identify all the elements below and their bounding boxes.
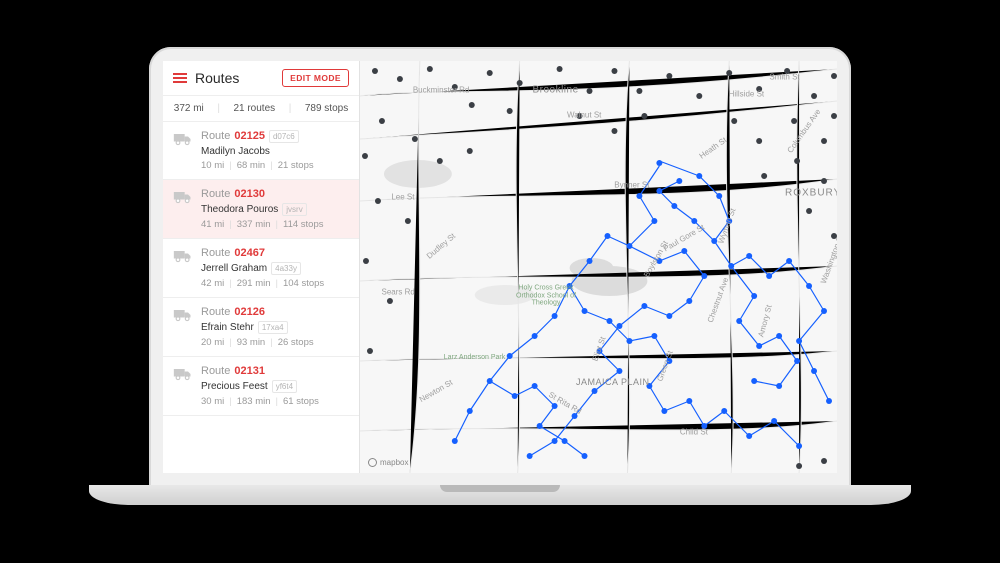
route-distance: 30 mi xyxy=(201,396,224,407)
route-distance: 10 mi xyxy=(201,160,224,171)
edit-mode-button[interactable]: EDIT MODE xyxy=(282,69,349,87)
route-prefix: Route xyxy=(201,365,230,377)
screen-bezel: Routes EDIT MODE 372 mi | 21 routes | 78… xyxy=(149,47,851,487)
route-distance: 20 mi xyxy=(201,337,224,348)
route-prefix: Route xyxy=(201,247,230,259)
route-code: 02130 xyxy=(234,188,265,200)
route-tag: yf6t4 xyxy=(272,380,297,393)
route-stops: 21 stops xyxy=(278,160,314,171)
mapbox-logo-icon xyxy=(368,458,377,467)
route-time: 291 min xyxy=(237,278,271,289)
sidebar-header: Routes EDIT MODE xyxy=(163,61,359,95)
truck-icon xyxy=(173,367,193,407)
route-prefix: Route xyxy=(201,306,230,318)
route-item[interactable]: Route02130Theodora Pouros jvsrv41 mi|337… xyxy=(163,180,359,239)
routes-summary: 372 mi | 21 routes | 789 stops xyxy=(163,95,359,122)
map-svg xyxy=(360,61,837,473)
route-stops: 26 stops xyxy=(278,337,314,348)
route-item[interactable]: Route02467Jerrell Graham 4a33y42 mi|291 … xyxy=(163,239,359,298)
route-tag: jvsrv xyxy=(282,203,306,216)
map-label-roxbury: ROXBURY xyxy=(785,187,837,198)
laptop-base xyxy=(89,485,911,505)
hamburger-menu-icon[interactable] xyxy=(173,73,187,83)
laptop-frame: Routes EDIT MODE 372 mi | 21 routes | 78… xyxy=(149,47,851,514)
driver-name: Madilyn Jacobs xyxy=(201,146,349,157)
route-stops: 61 stops xyxy=(283,396,319,407)
mapbox-attribution: mapbox xyxy=(368,458,408,467)
route-code: 02131 xyxy=(234,365,265,377)
summary-distance: 372 mi xyxy=(174,103,204,114)
route-distance: 41 mi xyxy=(201,219,224,230)
route-item[interactable]: Route02125d07c6Madilyn Jacobs10 mi|68 mi… xyxy=(163,122,359,180)
route-list[interactable]: Route02125d07c6Madilyn Jacobs10 mi|68 mi… xyxy=(163,122,359,473)
map-canvas[interactable]: Brookline ROXBURY JAMAICA PLAIN Buckmins… xyxy=(360,61,837,473)
route-time: 337 min xyxy=(237,219,271,230)
route-item[interactable]: Route02126Efrain Stehr 17xa420 mi|93 min… xyxy=(163,298,359,357)
route-distance: 42 mi xyxy=(201,278,224,289)
route-code: 02467 xyxy=(234,247,265,259)
route-stops: 114 stops xyxy=(283,219,324,230)
route-tag: d07c6 xyxy=(269,130,299,143)
truck-icon xyxy=(173,249,193,289)
route-prefix: Route xyxy=(201,188,230,200)
route-time: 183 min xyxy=(237,396,271,407)
truck-icon xyxy=(173,190,193,230)
route-tag: 4a33y xyxy=(271,262,301,275)
routes-sidebar: Routes EDIT MODE 372 mi | 21 routes | 78… xyxy=(163,61,360,473)
driver-name: Theodora Pouros jvsrv xyxy=(201,203,349,216)
page-title: Routes xyxy=(195,70,274,86)
route-time: 68 min xyxy=(237,160,266,171)
route-code: 02125 xyxy=(234,130,265,142)
route-time: 93 min xyxy=(237,337,266,348)
map-label-brookline: Brookline xyxy=(532,84,578,95)
route-code: 02126 xyxy=(234,306,265,318)
route-tag: 17xa4 xyxy=(258,321,288,334)
route-stops: 104 stops xyxy=(283,278,324,289)
route-item[interactable]: Route02131Precious Feest yf6t430 mi|183 … xyxy=(163,357,359,416)
driver-name: Precious Feest yf6t4 xyxy=(201,380,349,393)
map-label-jamaica-plain: JAMAICA PLAIN xyxy=(576,377,650,387)
driver-name: Jerrell Graham 4a33y xyxy=(201,262,349,275)
truck-icon xyxy=(173,308,193,348)
truck-icon xyxy=(173,132,193,171)
summary-stops: 789 stops xyxy=(305,103,348,114)
driver-name: Efrain Stehr 17xa4 xyxy=(201,321,349,334)
summary-routes: 21 routes xyxy=(233,103,275,114)
route-prefix: Route xyxy=(201,130,230,142)
app-screen: Routes EDIT MODE 372 mi | 21 routes | 78… xyxy=(163,61,837,473)
